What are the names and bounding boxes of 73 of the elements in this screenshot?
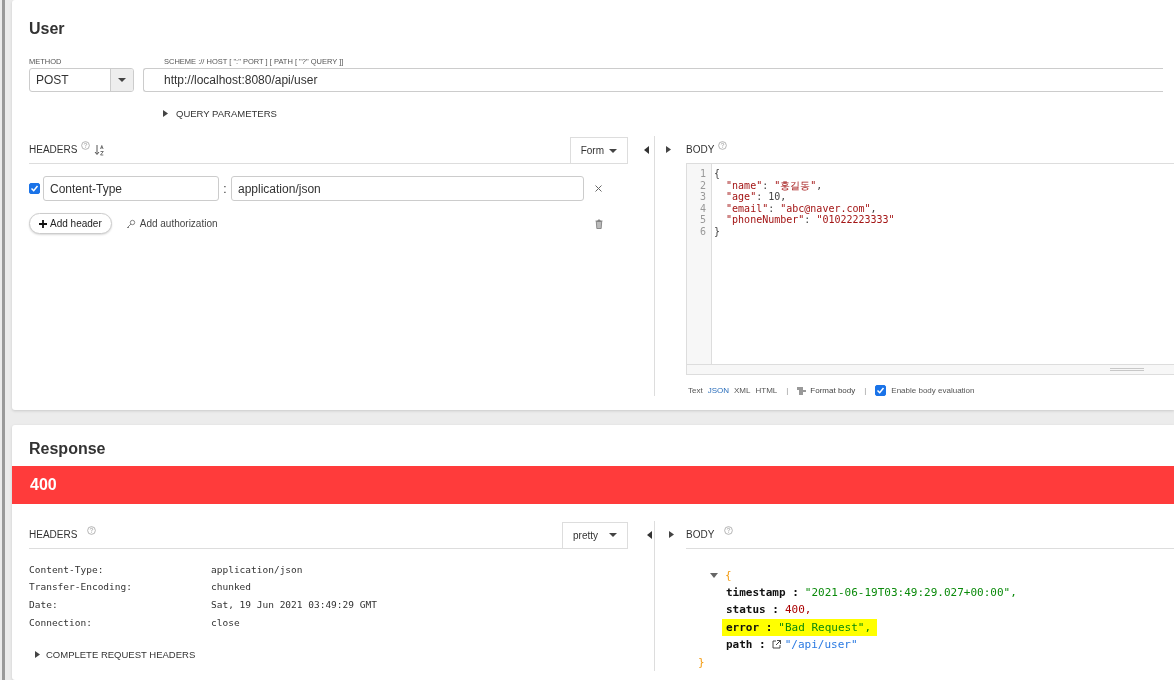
header-value: application/json [211, 562, 303, 577]
separator-pipe: | [864, 386, 867, 395]
external-link-icon[interactable] [771, 640, 781, 650]
line-number: 1 [698, 168, 707, 180]
body-label: BODY [686, 144, 715, 155]
json-entry: path : "/api/user" [726, 637, 859, 654]
separator-colon: : [222, 181, 228, 196]
add-header-button[interactable]: Add header [29, 213, 112, 234]
complete-request-headers-toggle[interactable]: COMPLETE REQUEST HEADERS [46, 649, 196, 661]
code-line: "phoneNumber": "01022223333" [725, 214, 895, 226]
format-icon [797, 386, 807, 395]
header-value: close [211, 615, 240, 630]
method-select[interactable]: POST [29, 68, 134, 92]
open-brace: { [725, 568, 732, 582]
request-title: User [28, 19, 66, 37]
header-name: Date: [29, 598, 59, 612]
collapse-arrow-icon[interactable] [643, 146, 649, 154]
url-field[interactable]: http://localhost:8080/api/user [143, 68, 1163, 92]
format-body-link[interactable]: Format body [797, 386, 856, 395]
line-number: 3 [698, 191, 707, 203]
json-entry: status : 400, [726, 602, 813, 619]
header-name: Transfer-Encoding: [29, 580, 133, 595]
line-number: 5 [698, 214, 707, 226]
caret-icon [609, 533, 617, 538]
code-line: "name": "홍길동", [725, 179, 823, 191]
header-name: Content-Type: [29, 562, 105, 577]
caret-icon [118, 78, 126, 82]
format-link[interactable]: Text [688, 386, 703, 395]
headers-label: HEADERS [29, 144, 78, 155]
code-line: } [714, 225, 721, 237]
add-authorization-link[interactable]: Add authorization [125, 218, 218, 229]
separator-pipe: | [786, 386, 789, 395]
json-entry: timestamp : "2021-06-19T03:49:29.027+00:00", [726, 584, 1018, 601]
header-name: Connection: [29, 615, 93, 630]
key-icon [125, 218, 136, 229]
pretty-dropdown[interactable]: pretty [562, 521, 628, 548]
form-dropdown[interactable]: Form [569, 137, 628, 163]
response-title: Response [28, 438, 107, 457]
close-brace: } [698, 655, 705, 669]
close-icon[interactable] [595, 185, 602, 192]
header-value: Sat, 19 Jun 2021 03:49:29 GMT [211, 598, 377, 612]
caret-icon [609, 148, 617, 153]
header-name-field[interactable]: Content-Type [43, 176, 219, 201]
checkbox[interactable] [29, 183, 40, 194]
collapse-caret-icon[interactable] [710, 572, 718, 578]
line-number: 6 [698, 225, 707, 237]
format-link[interactable]: JSON [707, 386, 729, 395]
json-entry: error : "Bad Request", [722, 618, 878, 637]
expand-arrow-icon[interactable] [668, 530, 674, 538]
trash-icon[interactable] [595, 218, 603, 229]
code-editor[interactable]: 1 { 2 "name": "홍길동", 3 "age": 10, 4 "email": "abc@naver.com", 5 "phoneNumber": "01022223333" 6 } [686, 163, 1174, 375]
code-line: "age": 10, [725, 191, 787, 203]
query-parameters-toggle[interactable]: QUERY PARAMETERS [176, 107, 277, 119]
body-label: BODY [686, 528, 715, 540]
expand-arrow-icon[interactable] [35, 651, 40, 659]
format-link[interactable]: HTML [755, 386, 778, 395]
header-value: chunked [211, 580, 252, 595]
code-line: { [714, 168, 721, 180]
resize-grip-icon[interactable] [1110, 368, 1144, 371]
line-number: 2 [698, 179, 707, 191]
plus-icon [39, 219, 47, 228]
header-value-field[interactable]: application/json [231, 176, 584, 201]
sort-icon[interactable] [94, 143, 106, 156]
expand-arrow-icon[interactable] [163, 109, 168, 117]
line-number: 4 [698, 202, 707, 214]
expand-arrow-icon[interactable] [665, 146, 671, 153]
format-link[interactable]: XML [734, 386, 751, 395]
code-line: "email": "abc@naver.com", [725, 202, 877, 214]
status-banner: 400 [12, 465, 1174, 504]
enable-evaluation-label: Enable body evaluation [891, 386, 975, 395]
checkbox[interactable] [875, 385, 887, 396]
headers-label: HEADERS [29, 528, 78, 540]
collapse-arrow-icon[interactable] [646, 530, 652, 539]
